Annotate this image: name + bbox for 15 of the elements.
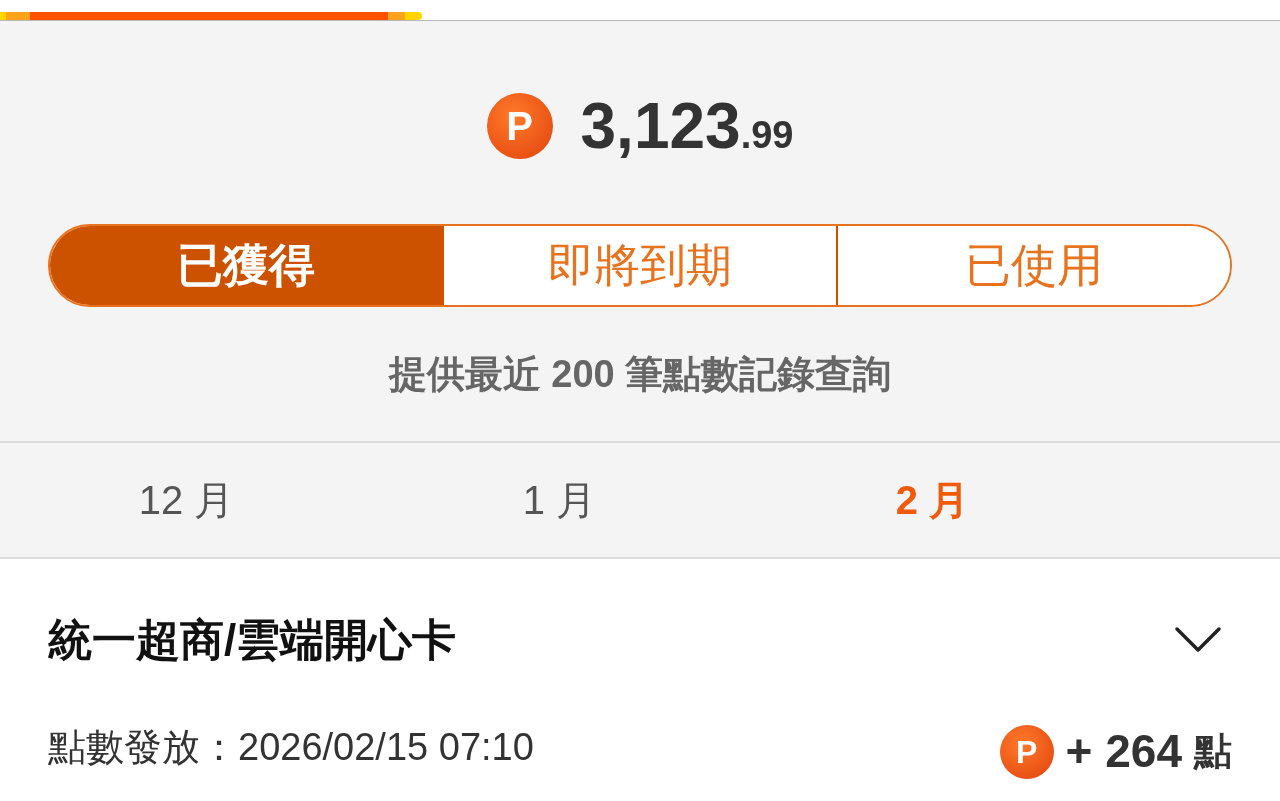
month-tab[interactable]: 1 月	[522, 470, 597, 530]
points-icon: P	[486, 93, 553, 159]
record-title: 統一超商/雲端開心卡	[48, 614, 457, 666]
points-icon: P	[999, 724, 1054, 779]
month-tab[interactable]: 2 月	[895, 470, 970, 530]
chevron-icon[interactable]	[1174, 626, 1222, 654]
notice-text: 提供最近 200 筆點數記錄查詢	[388, 351, 892, 397]
month-tab[interactable]: 12 月	[138, 470, 235, 530]
tab[interactable]: 已獲得	[50, 226, 442, 305]
points-balance: 3,123	[580, 89, 741, 164]
tab[interactable]: 已使用	[836, 226, 1230, 305]
points-decimal: .99	[740, 113, 794, 158]
record-date: 點數發放：2026/02/15 07:10	[48, 725, 534, 770]
points-amount: + 264	[1065, 724, 1182, 779]
points-unit: 點	[1194, 729, 1232, 774]
